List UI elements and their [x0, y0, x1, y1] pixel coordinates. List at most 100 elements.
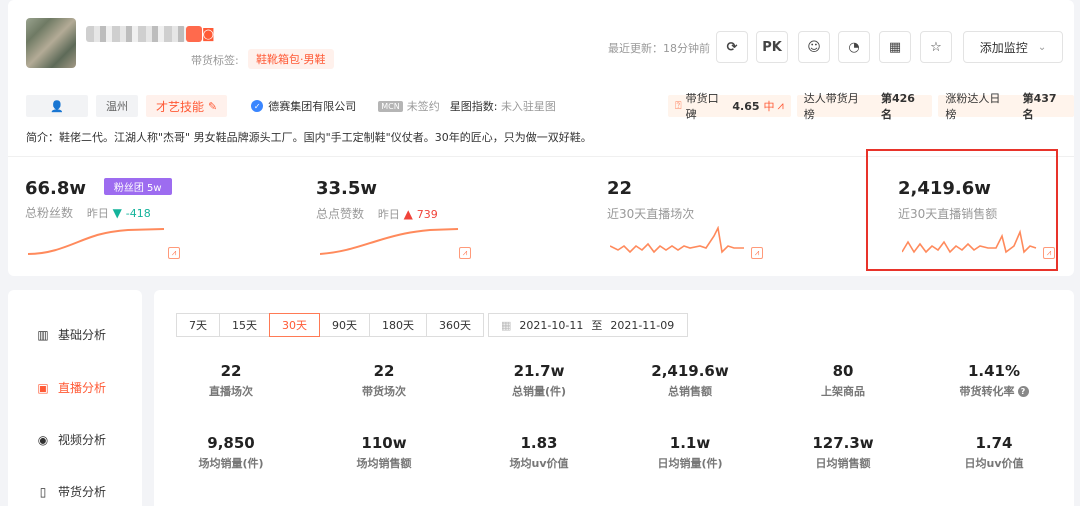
range-180d[interactable]: 180天 — [369, 313, 427, 337]
pie-icon: ◔ — [848, 39, 860, 55]
likes-chart-icon[interactable]: ⩘ — [459, 247, 471, 259]
range-15d[interactable]: 15天 — [219, 313, 270, 337]
refresh-button[interactable]: ⟳ — [716, 31, 748, 63]
likes-label: 总点赞数 — [316, 207, 365, 221]
fans-sparkline — [28, 228, 165, 255]
metric-value: 127.3w — [812, 434, 874, 452]
metric-value: 1.74 — [975, 434, 1013, 452]
metric-value: 80 — [832, 362, 854, 380]
sidebar-item-video[interactable]: ◉ 视频分析 — [36, 431, 106, 448]
reputation-value: 4.65 — [732, 99, 760, 113]
bag-icon: ▯ — [39, 484, 47, 499]
pk-button[interactable]: PK — [756, 31, 788, 63]
fans-label: 总粉丝数 — [25, 206, 74, 220]
metric-label: 直播场次 — [209, 385, 253, 398]
help-icon[interactable]: ? — [1017, 386, 1029, 397]
talent-chip[interactable]: 才艺技能 ✎ — [146, 95, 228, 117]
range-7d[interactable]: 7天 — [176, 313, 220, 337]
stat-fans: 66.8w 粉丝团 5w 总粉丝数 昨日 ▼ -418 — [25, 178, 172, 221]
likes-yesterday-value: 739 — [416, 208, 438, 221]
range-90d[interactable]: 90天 — [319, 313, 370, 337]
profile-card: ◙ 带货标签: 鞋靴箱包·男鞋 最近更新：18分钟前 ⟳ PK ☺ ◔ ▦ ☆ … — [8, 0, 1075, 276]
location-chip: 温州 — [96, 95, 138, 117]
mcn-status: MCN 未签约 — [378, 98, 440, 114]
date-range-picker[interactable]: ▦ 2021-10-11 至 2021-11-09 — [488, 313, 688, 337]
likes-yesterday-label: 昨日 — [377, 208, 400, 221]
add-monitor-label: 添加监控 — [979, 40, 1028, 55]
reputation-label: 带货口碑 — [685, 92, 719, 121]
user-compare-button[interactable]: ☺ — [798, 31, 830, 63]
live-analysis-panel: 7天 15天 30天 90天 180天 360天 ▦ 2021-10-11 至 … — [154, 290, 1074, 506]
add-monitor-button[interactable]: 添加监控 ⌄ — [963, 31, 1063, 63]
category-tag[interactable]: 鞋靴箱包·男鞋 — [248, 49, 334, 69]
pk-label: PK — [762, 39, 782, 55]
highlight-box — [866, 149, 1058, 271]
sidebar-item-live[interactable]: ▣ 直播分析 — [36, 379, 106, 396]
metric-label: 总销量(件) — [511, 385, 567, 398]
metric-label: 场均销售额 — [356, 457, 412, 470]
reputation-rank[interactable]: ⍰ 带货口碑 4.65 中 ⩘ — [668, 92, 791, 121]
favorite-button[interactable]: ☆ — [920, 31, 952, 63]
metric-label: 带货场次 — [362, 385, 406, 398]
down-arrow-icon: ▼ — [112, 206, 122, 220]
talent-label: 才艺技能 — [156, 99, 205, 114]
metric-value: 22 — [220, 362, 242, 380]
metric-value: 1.83 — [520, 434, 558, 452]
metric-label: 场均销量(件) — [198, 457, 264, 470]
daily-fans-rank[interactable]: 涨粉达人日榜 第437名 — [938, 92, 1075, 121]
star-index-label: 星图指数: — [449, 100, 498, 113]
analysis-button[interactable]: ◔ — [838, 31, 870, 63]
monthly-rank-label: 达人带货月榜 — [803, 92, 859, 121]
range-30d[interactable]: 30天 — [269, 313, 320, 337]
metric-label: 日均销量(件) — [657, 457, 723, 470]
metric-label: 上架商品 — [821, 385, 865, 398]
metric-avg-volume: 9,850 场均销量(件) — [156, 434, 306, 471]
qrcode-icon: ▦ — [888, 39, 902, 55]
sidebar-item-goods[interactable]: ▯ 带货分析 — [36, 483, 106, 500]
trend-icon: ⩘ — [777, 99, 784, 112]
up-arrow-icon: ▲ — [403, 207, 413, 221]
metric-value: 2,419.6w — [651, 362, 729, 380]
sidebar-item-label: 带货分析 — [58, 485, 107, 499]
daily-rank-label: 涨粉达人日榜 — [945, 92, 1001, 121]
likes-sparkline — [320, 228, 459, 255]
metric-conversion: 1.41% 带货转化率? — [919, 362, 1069, 399]
user-chip: 👤 — [26, 95, 88, 117]
sidebar-item-label: 视频分析 — [58, 433, 107, 447]
star-icon: ☆ — [930, 39, 942, 55]
fans-group-badge[interactable]: 粉丝团 5w — [103, 178, 172, 195]
monthly-rank-value: 第426名 — [880, 92, 915, 121]
fans-value: 66.8w — [25, 178, 87, 199]
blurred-name — [86, 26, 186, 42]
qrcode-button[interactable]: ▦ — [879, 31, 911, 63]
star-index: 星图指数: 未入驻星图 — [450, 98, 556, 114]
live-badge — [186, 26, 202, 42]
metric-products: 80 上架商品 — [768, 362, 918, 399]
metric-avg-sales: 110w 场均销售额 — [309, 434, 459, 471]
daily-rank-value: 第437名 — [1022, 92, 1057, 121]
sidebar-item-label: 直播分析 — [58, 381, 107, 395]
reputation-level: 中 — [763, 100, 775, 113]
avatar[interactable] — [26, 18, 76, 68]
lives-sparkline — [610, 226, 744, 254]
organization[interactable]: ✓ 德赛集团有限公司 — [251, 98, 356, 114]
range-360d[interactable]: 360天 — [426, 313, 484, 337]
monthly-sales-rank[interactable]: 达人带货月榜 第426名 — [796, 92, 933, 121]
star-index-value: 未入驻星图 — [500, 100, 556, 113]
likes-value: 33.5w — [316, 178, 378, 199]
fans-yesterday-label: 昨日 — [86, 207, 109, 220]
sidebar-item-basic[interactable]: ▥ 基础分析 — [36, 326, 106, 343]
lives-value: 22 — [607, 178, 633, 199]
metric-total-sales: 2,419.6w 总销售额 — [615, 362, 765, 399]
metric-value: 110w — [361, 434, 407, 452]
date-separator: 至 — [591, 319, 603, 332]
analysis-sidebar: ▥ 基础分析 ▣ 直播分析 ◉ 视频分析 ▯ 带货分析 — [8, 290, 142, 506]
fans-chart-icon[interactable]: ⩘ — [168, 247, 180, 259]
lives-chart-icon[interactable]: ⩘ — [751, 247, 763, 259]
live-icon: ◙ — [202, 27, 215, 42]
help-icon: ⍰ — [675, 99, 682, 112]
metric-daily-volume: 1.1w 日均销量(件) — [615, 434, 765, 471]
metric-label: 带货转化率 — [959, 385, 1015, 398]
edit-icon: ✎ — [208, 99, 218, 113]
last-update: 最近更新：18分钟前 — [608, 42, 710, 55]
